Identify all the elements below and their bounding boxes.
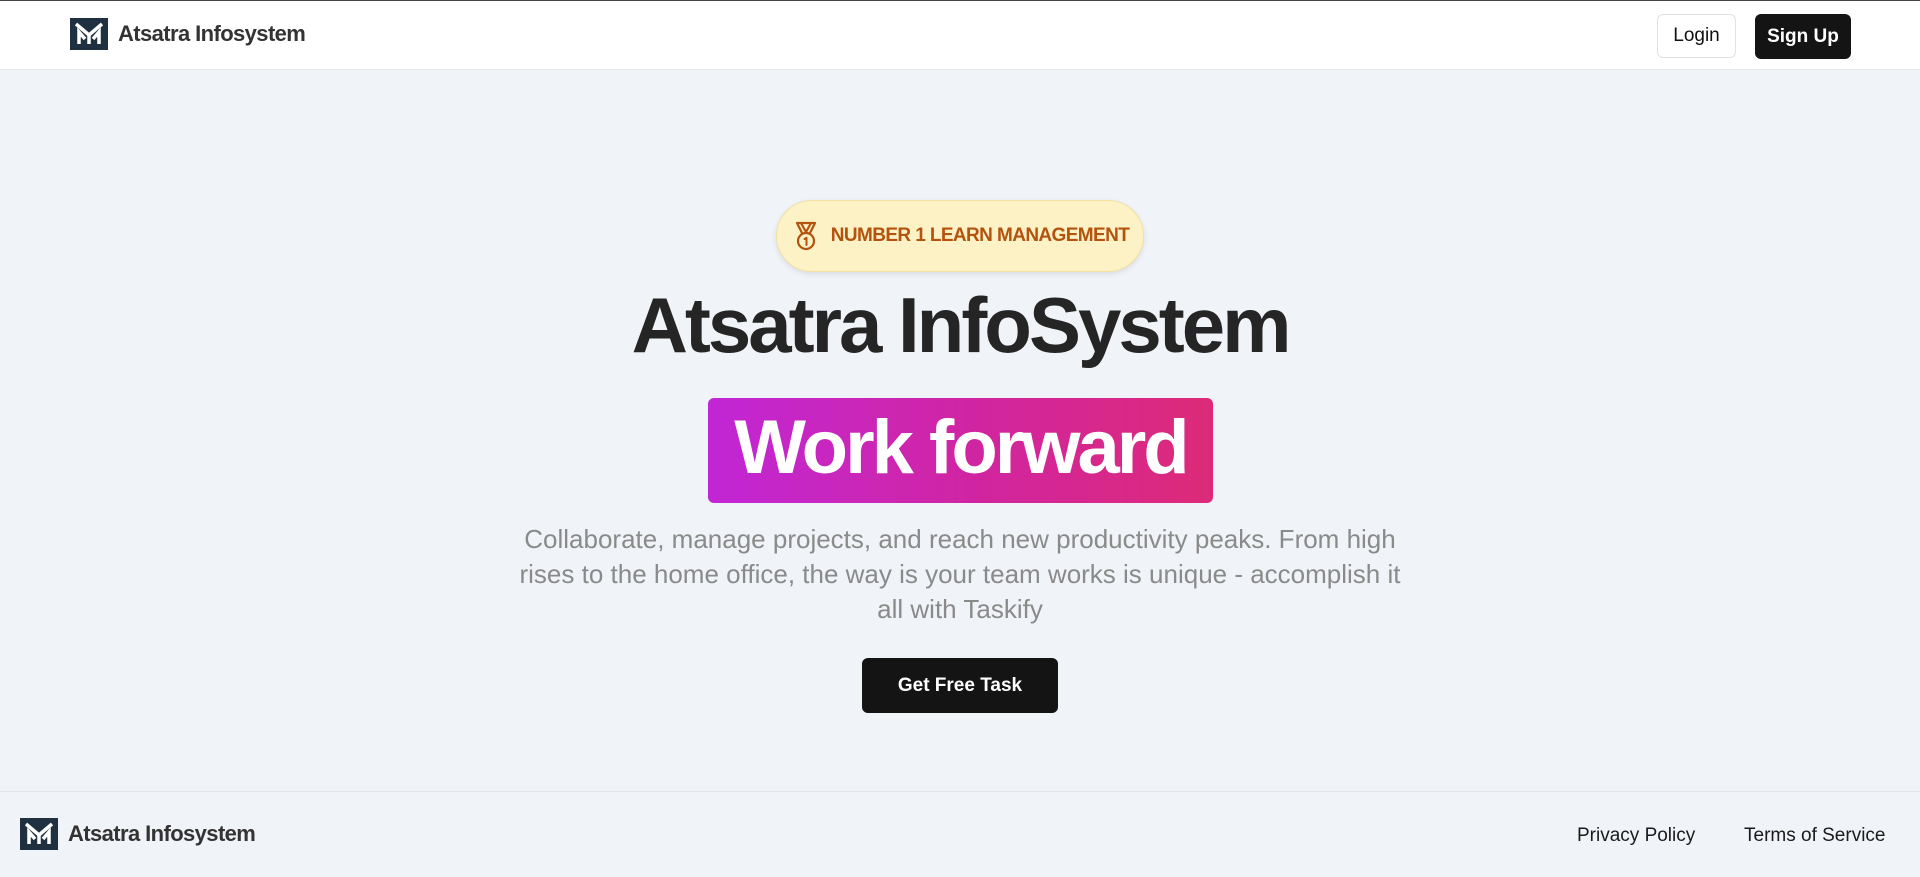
badge-text: Number 1 Learn Management xyxy=(830,225,1130,246)
footer-brand-name: Atsatra Infosystem xyxy=(68,821,256,846)
highlight-text: Work forward xyxy=(734,404,1189,490)
logo-icon xyxy=(20,818,58,850)
medal-icon xyxy=(791,220,821,252)
site-header: Atsatra Infosystem Login Sign Up xyxy=(0,1,1920,70)
get-free-task-button[interactable]: Get Free Task xyxy=(862,658,1058,713)
site-footer: Atsatra Infosystem Privacy Policy Terms … xyxy=(0,791,1920,877)
footer-brand[interactable]: Atsatra Infosystem xyxy=(20,818,256,850)
brand-name: Atsatra Infosystem xyxy=(118,21,306,46)
privacy-policy-link[interactable]: Privacy Policy xyxy=(1577,825,1695,847)
hero-subtitle: Collaborate, manage projects, and reach … xyxy=(519,524,1401,624)
highlight-banner: Work forward xyxy=(708,398,1213,503)
header-brand[interactable]: Atsatra Infosystem xyxy=(70,18,306,50)
hero-title: Atsatra InfoSystem xyxy=(631,281,1292,369)
terms-of-service-link[interactable]: Terms of Service xyxy=(1744,825,1885,847)
login-button[interactable]: Login xyxy=(1657,14,1736,58)
logo-icon xyxy=(70,18,108,50)
signup-button[interactable]: Sign Up xyxy=(1755,14,1851,59)
hero-badge: Number 1 Learn Management xyxy=(776,200,1144,272)
